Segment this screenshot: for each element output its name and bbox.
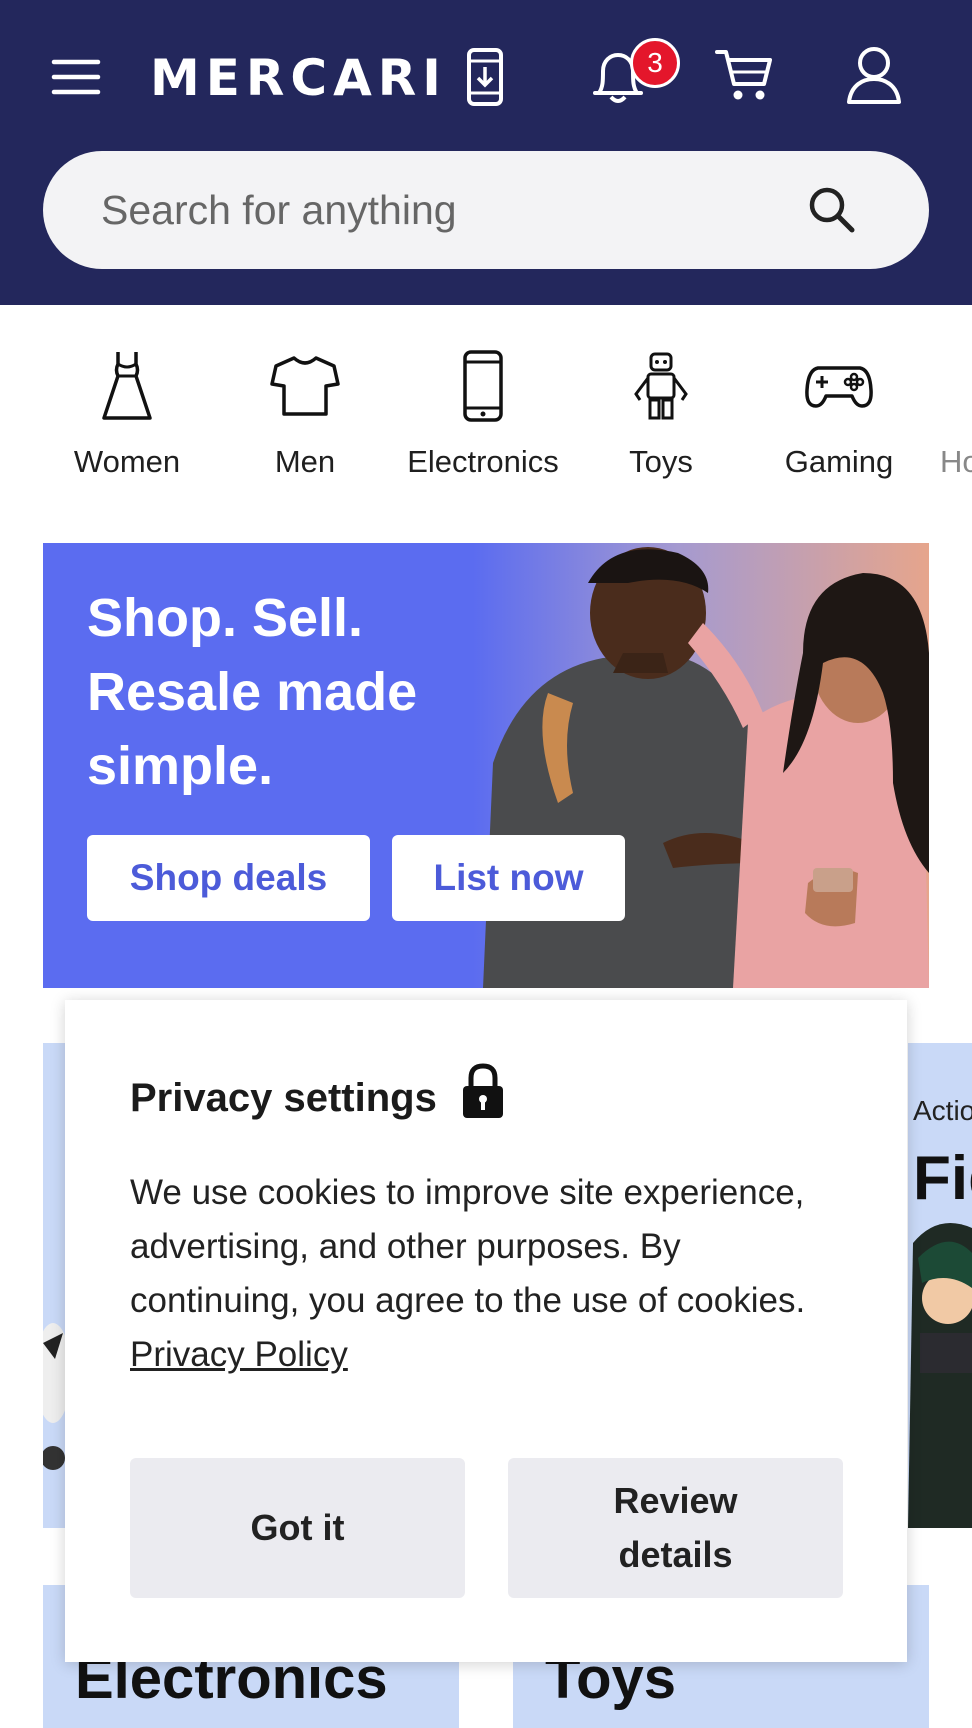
list-now-button[interactable]: List now <box>392 835 625 921</box>
search-icon[interactable] <box>807 185 857 235</box>
robot-icon <box>626 350 696 422</box>
lock-icon <box>461 1062 505 1120</box>
category-label: Men <box>274 444 336 479</box>
review-details-button[interactable]: Review details <box>508 1458 843 1598</box>
hero-title: Shop. Sell. Resale made simple. <box>87 588 418 796</box>
privacy-body: We use cookies to improve site experienc… <box>130 1166 850 1382</box>
category-men[interactable]: Men <box>220 340 390 490</box>
privacy-policy-link[interactable]: Privacy Policy <box>130 1335 348 1374</box>
category-strip: Women Men Electronics Toys Gaming Ho <box>0 340 972 490</box>
notification-badge: 3 <box>630 38 680 88</box>
category-electronics[interactable]: Electronics <box>398 340 568 490</box>
category-label: Gaming <box>784 444 894 479</box>
hero-banner: Shop. Sell. Resale made simple. Shop dea… <box>43 543 929 988</box>
category-label: Women <box>73 444 181 479</box>
category-label: Toys <box>629 444 693 479</box>
user-icon[interactable] <box>842 44 906 106</box>
promo-card-right[interactable]: Actio Fig <box>908 1043 972 1528</box>
mercari-logo[interactable]: MERCARI <box>150 46 447 110</box>
cart-icon[interactable] <box>712 44 776 106</box>
top-header: MERCARI 3 <box>0 0 972 305</box>
privacy-title: Privacy settings <box>130 1076 437 1120</box>
search-input[interactable] <box>101 151 801 269</box>
privacy-dialog: Privacy settings We use cookies to impro… <box>65 1000 907 1662</box>
app-download-icon[interactable] <box>460 42 510 112</box>
category-label: Electronics <box>407 444 559 479</box>
figure-image <box>908 1223 972 1528</box>
category-women[interactable]: Women <box>42 340 212 490</box>
dress-icon <box>92 350 162 422</box>
phone-icon <box>448 350 518 422</box>
tshirt-icon <box>270 350 340 422</box>
search-bar[interactable] <box>43 151 929 269</box>
privacy-text: We use cookies to improve site experienc… <box>130 1173 806 1320</box>
hero-people-photo <box>483 547 929 988</box>
shop-deals-button[interactable]: Shop deals <box>87 835 370 921</box>
menu-icon[interactable] <box>44 50 108 104</box>
got-it-button[interactable]: Got it <box>130 1458 465 1598</box>
category-label: Ho <box>940 444 972 479</box>
category-toys[interactable]: Toys <box>576 340 746 490</box>
gamepad-icon <box>804 350 874 422</box>
category-home[interactable]: Ho <box>930 340 972 490</box>
category-gaming[interactable]: Gaming <box>754 340 924 490</box>
